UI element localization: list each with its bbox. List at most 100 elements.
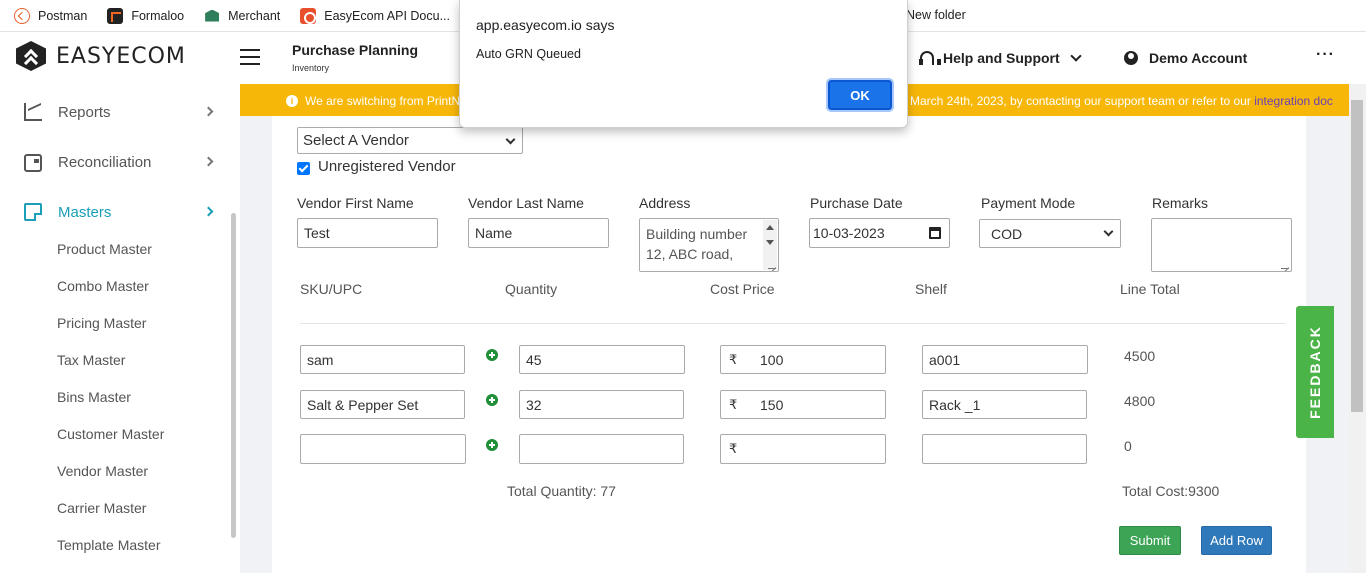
chevron-right-icon — [203, 206, 214, 217]
rupee-icon: ₹ — [729, 441, 738, 456]
total-quantity: Total Quantity: 77 — [507, 483, 616, 499]
rupee-icon: ₹ — [729, 352, 738, 367]
bookmark-label: Postman — [38, 8, 88, 23]
brand-logo[interactable]: EASYECOM — [16, 41, 186, 71]
brand-name: EASYECOM — [56, 43, 186, 69]
reports-icon — [24, 103, 42, 121]
sidebar-subitem-bins-master[interactable]: Bins Master — [57, 389, 164, 426]
bookmark-formaloo[interactable]: Formaloo — [107, 7, 185, 24]
headset-icon — [919, 51, 941, 65]
unregistered-vendor-checkbox[interactable] — [297, 162, 310, 175]
alert-dialog: app.easyecom.io says Auto GRN Queued OK — [459, 0, 908, 128]
sidebar-subitem-customer-master[interactable]: Customer Master — [57, 426, 164, 463]
first-name-value: Test — [304, 225, 330, 241]
quantity-input[interactable]: 45 — [519, 345, 685, 374]
dialog-title: app.easyecom.io says — [476, 17, 615, 33]
payment-mode-value: COD — [991, 225, 1023, 242]
page-title: Purchase Planning — [292, 42, 419, 58]
shelf-input[interactable]: Rack _1 — [922, 390, 1087, 419]
help-and-support-menu[interactable]: Help and Support — [919, 50, 1082, 66]
dialog-ok-button[interactable]: OK — [826, 78, 894, 112]
quantity-value: 32 — [526, 396, 542, 413]
feedback-label: FEEDBACK — [1307, 325, 1323, 419]
quantity-input[interactable] — [519, 434, 684, 464]
chevron-down-icon — [1103, 226, 1114, 237]
chevron-down-icon — [1070, 50, 1082, 62]
purchase-date-input[interactable]: 10-03-2023 — [809, 218, 950, 248]
sidebar-item-label: Masters — [58, 203, 112, 221]
submit-button[interactable]: Submit — [1119, 526, 1181, 555]
sidebar-subitem-vendor-master[interactable]: Vendor Master — [57, 463, 164, 500]
cost-price-input[interactable]: ₹ 150 — [720, 390, 886, 419]
bookmark-folder[interactable]: New folder — [906, 8, 966, 22]
bookmark-merchant[interactable]: Merchant — [204, 7, 280, 24]
account-label: Demo Account — [1149, 50, 1248, 66]
quantity-input[interactable]: 32 — [519, 390, 684, 419]
sidebar-subitem-tax-master[interactable]: Tax Master — [57, 352, 164, 389]
cost-price-input[interactable]: ₹ — [720, 434, 886, 464]
column-header-shelf: Shelf — [915, 281, 947, 297]
feedback-tab[interactable]: FEEDBACK — [1296, 306, 1334, 438]
info-icon: i — [286, 95, 298, 107]
rupee-icon: ₹ — [729, 397, 738, 412]
address-textarea[interactable]: Building number 12, ABC road, — [639, 218, 779, 272]
page-scrollbar-thumb[interactable] — [1351, 100, 1363, 412]
sku-value: sam — [307, 351, 334, 368]
cost-price-input[interactable]: ₹ 100 — [720, 345, 886, 374]
add-sku-icon[interactable] — [486, 439, 498, 451]
line-total: 0 — [1124, 438, 1132, 454]
column-header-line-total: Line Total — [1120, 281, 1180, 297]
sidebar-item-masters[interactable]: Masters — [0, 187, 240, 237]
sidebar-subitem-combo-master[interactable]: Combo Master — [57, 278, 164, 315]
sidebar-scrollbar[interactable] — [231, 213, 236, 538]
sku-input[interactable]: sam — [300, 345, 465, 374]
shelf-input[interactable]: a001 — [922, 345, 1088, 374]
vendor-select[interactable]: Select A Vendor — [297, 127, 523, 154]
chevron-right-icon — [203, 156, 214, 167]
more-options-button[interactable]: ··· — [1316, 46, 1335, 64]
sku-input[interactable] — [300, 434, 466, 464]
page-scrollbar[interactable] — [1349, 84, 1366, 573]
account-menu[interactable]: Demo Account — [1124, 50, 1247, 66]
sidebar-subitem-carrier-master[interactable]: Carrier Master — [57, 500, 164, 537]
purchase-date-value: 10-03-2023 — [813, 225, 885, 241]
add-sku-icon[interactable] — [486, 394, 498, 406]
shelf-input[interactable] — [922, 434, 1087, 464]
first-name-input[interactable]: Test — [297, 218, 438, 248]
column-header-sku: SKU/UPC — [300, 281, 363, 297]
integration-doc-link[interactable]: integration doc — [1254, 94, 1333, 108]
sidebar-subitem-product-master[interactable]: Product Master — [57, 241, 164, 278]
sidebar-subitem-template-master[interactable]: Template Master — [57, 537, 164, 573]
bookmark-label: Formaloo — [131, 8, 185, 23]
bookmark-easyecom-api[interactable]: EasyEcom API Docu... — [300, 7, 450, 24]
line-total: 4500 — [1124, 348, 1156, 364]
add-row-button[interactable]: Add Row — [1201, 526, 1272, 555]
unregistered-vendor-label: Unregistered Vendor — [318, 158, 456, 175]
merchant-icon — [204, 7, 221, 24]
bookmark-postman[interactable]: Postman — [14, 7, 88, 24]
remarks-label: Remarks — [1152, 195, 1209, 211]
sidebar-subitem-pricing-master[interactable]: Pricing Master — [57, 315, 164, 352]
column-header-cost-price: Cost Price — [710, 281, 775, 297]
sidebar: EASYECOM Reports Reconciliation Masters … — [0, 33, 240, 573]
add-sku-icon[interactable] — [486, 349, 498, 361]
sku-input[interactable]: Salt & Pepper Set — [300, 390, 465, 419]
resize-grip-icon[interactable] — [1281, 261, 1289, 269]
calendar-icon[interactable] — [929, 227, 941, 239]
resize-grip-icon[interactable] — [768, 261, 776, 269]
sidebar-item-reports[interactable]: Reports — [0, 87, 240, 137]
payment-mode-select[interactable]: COD — [979, 219, 1121, 248]
last-name-input[interactable]: Name — [468, 218, 609, 248]
sidebar-item-label: Reconciliation — [58, 153, 152, 171]
last-name-placeholder: Name — [475, 225, 513, 241]
menu-toggle-button[interactable] — [240, 33, 280, 83]
masters-subnav: Product Master Combo Master Pricing Mast… — [57, 241, 164, 573]
postman-icon — [14, 7, 30, 24]
sidebar-item-reconciliation[interactable]: Reconciliation — [0, 137, 240, 187]
line-total: 4800 — [1124, 393, 1156, 409]
header-divider — [300, 323, 1286, 324]
remarks-textarea[interactable] — [1151, 218, 1292, 272]
payment-mode-label: Payment Mode — [981, 195, 1076, 211]
banner-right: March 24th, 2023, by contacting our supp… — [910, 94, 1333, 108]
quantity-value: 45 — [526, 351, 542, 368]
